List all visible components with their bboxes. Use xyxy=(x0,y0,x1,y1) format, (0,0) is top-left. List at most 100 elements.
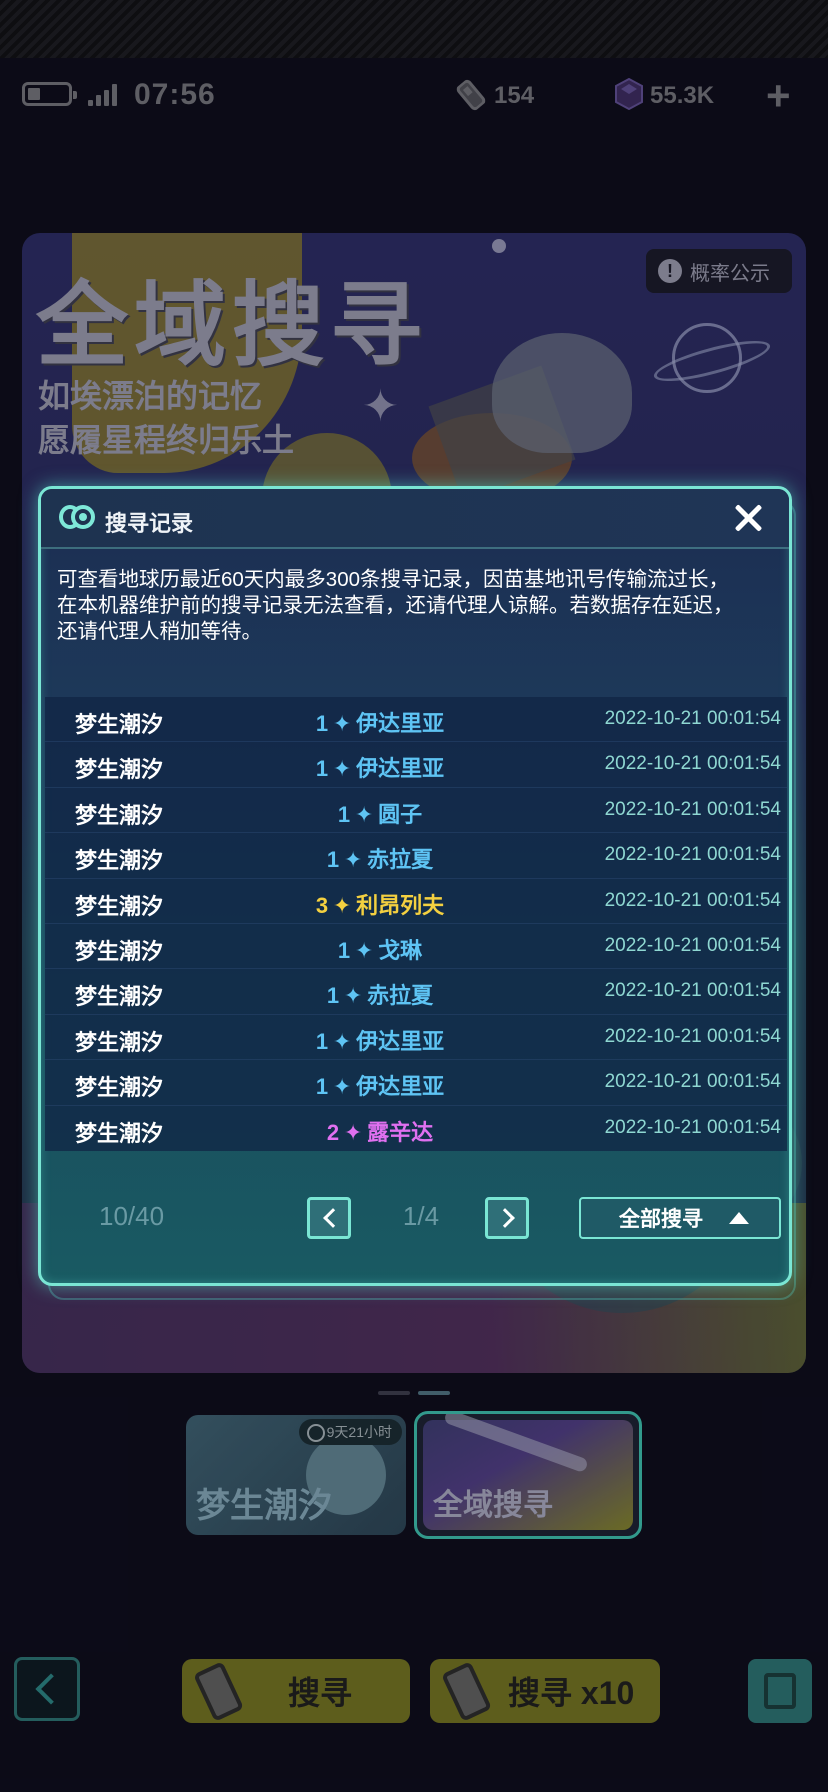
record-item: 1 ✦ 伊达里亚 xyxy=(245,751,515,783)
record-rarity: 1 xyxy=(315,711,329,736)
record-rarity: 3 xyxy=(315,892,329,918)
pool-timer: 9天21小时 xyxy=(298,1419,402,1445)
modal-title: 搜寻记录 xyxy=(105,511,194,536)
record-rarity: 1 xyxy=(337,937,351,963)
signal-icon xyxy=(88,84,117,106)
record-time: 2022-10-21 00:01:54 xyxy=(604,798,781,820)
status-bar: 07:56 154 55.3K + xyxy=(0,72,828,119)
prev-page-button[interactable] xyxy=(307,1197,351,1239)
record-pool: 梦生潮汐 xyxy=(75,1029,164,1055)
add-currency-button[interactable]: + xyxy=(766,72,791,120)
search-once-button[interactable]: 搜寻 xyxy=(182,1659,410,1723)
table-row: 梦生潮汐 3 ✦ 利昂列夫 2022-10-21 00:01:54 xyxy=(45,879,787,924)
record-name: 伊达里亚 xyxy=(356,1074,445,1100)
probability-button[interactable]: ! 概率公示 xyxy=(646,249,792,293)
caret-up-icon xyxy=(729,1212,749,1224)
record-rarity: 1 xyxy=(326,983,340,1009)
record-item: 1 ✦ 伊达里亚 xyxy=(245,1069,515,1101)
record-pool: 梦生潮汐 xyxy=(75,802,164,828)
table-row: 梦生潮汐 2 ✦ 露辛达 2022-10-21 00:01:54 xyxy=(45,1106,787,1151)
star-icon: ✦ xyxy=(343,1119,363,1145)
record-logo-icon xyxy=(59,505,95,531)
record-item: 3 ✦ 利昂列夫 xyxy=(245,888,515,920)
star-icon: ✦ xyxy=(332,1074,352,1100)
record-time: 2022-10-21 00:01:54 xyxy=(604,753,781,775)
table-row: 梦生潮汐 1 ✦ 伊达里亚 2022-10-21 00:01:54 xyxy=(45,1060,787,1106)
table-row: 梦生潮汐 1 ✦ 赤拉夏 2022-10-21 00:01:54 xyxy=(45,833,787,879)
star-icon: ✦ xyxy=(332,1028,352,1054)
crystal-count: 55.3K xyxy=(650,82,715,109)
record-item: 1 ✦ 赤拉夏 xyxy=(245,978,515,1010)
pool-card-global[interactable]: 全域搜寻 xyxy=(414,1411,642,1539)
table-row: 梦生潮汐 1 ✦ 伊达里亚 2022-10-21 00:01:54 xyxy=(45,1015,787,1061)
record-rarity: 1 xyxy=(315,756,329,782)
star-icon: ✦ xyxy=(332,892,352,918)
ticket-icon xyxy=(189,1660,242,1721)
next-page-button[interactable] xyxy=(485,1197,529,1239)
record-time: 2022-10-21 00:01:54 xyxy=(604,844,781,866)
close-icon[interactable] xyxy=(733,503,763,533)
banner-title: 全域搜寻 xyxy=(36,275,429,377)
modal-header: 搜寻记录 xyxy=(41,489,789,549)
record-name: 圆子 xyxy=(378,801,423,827)
search-ten-button[interactable]: 搜寻 x10 xyxy=(430,1659,660,1723)
top-hatch-strip xyxy=(0,0,828,58)
record-name: 戈琳 xyxy=(378,937,423,963)
banner-subtitle-1: 如埃漂泊的记忆 xyxy=(38,378,263,414)
star-icon: ✦ xyxy=(354,801,374,827)
table-row: 梦生潮汐 1 ✦ 戈琳 2022-10-21 00:01:54 xyxy=(45,924,787,970)
record-pool: 梦生潮汐 xyxy=(75,893,164,919)
modal-description: 可查看地球历最近60天内最多300条搜寻记录，因苗基地讯号传输流过长， 在本机器… xyxy=(57,568,734,643)
battery-icon xyxy=(22,82,77,106)
record-name: 利昂列夫 xyxy=(356,892,445,918)
record-count: 10/40 xyxy=(99,1201,165,1231)
record-item: 1 ✦ 戈琳 xyxy=(245,933,515,965)
chevron-left-icon xyxy=(35,1673,67,1705)
pool-card-title: 全域搜寻 xyxy=(433,1489,553,1522)
record-name: 赤拉夏 xyxy=(367,983,434,1009)
record-pool: 梦生潮汐 xyxy=(75,938,164,964)
star-icon: ✦ xyxy=(354,937,374,963)
table-row: 梦生潮汐 1 ✦ 赤拉夏 2022-10-21 00:01:54 xyxy=(45,969,787,1015)
modal-footer: 10/40 1/4 全部搜寻 xyxy=(41,1177,789,1247)
filter-dropdown[interactable]: 全部搜寻 xyxy=(579,1197,781,1239)
record-item: 1 ✦ 圆子 xyxy=(245,797,515,829)
ticket-resource-icon xyxy=(456,79,486,111)
sparkle-icon: ✦ xyxy=(362,382,399,431)
star-icon: ✦ xyxy=(343,847,363,873)
record-rarity: 2 xyxy=(326,1119,340,1145)
record-rarity: 1 xyxy=(315,1074,329,1100)
record-pool: 梦生潮汐 xyxy=(75,712,164,737)
record-name: 伊达里亚 xyxy=(356,756,445,782)
table-row: 梦生潮汐 1 ✦ 圆子 2022-10-21 00:01:54 xyxy=(45,788,787,834)
record-rarity: 1 xyxy=(315,1028,329,1054)
record-time: 2022-10-21 00:01:54 xyxy=(604,934,781,956)
clock: 07:56 xyxy=(134,78,216,111)
record-time: 2022-10-21 00:01:54 xyxy=(604,1025,781,1047)
back-button[interactable] xyxy=(14,1657,80,1721)
record-time: 2022-10-21 00:01:54 xyxy=(604,980,781,1002)
record-time: 2022-10-21 00:01:54 xyxy=(604,1116,781,1138)
pool-card-title: 梦生潮汐 xyxy=(196,1487,332,1525)
banner-pager xyxy=(378,1391,450,1395)
search-record-modal: 搜寻记录 可查看地球历最近60天内最多300条搜寻记录，因苗基地讯号传输流过长，… xyxy=(38,486,792,1286)
record-time: 2022-10-21 00:01:54 xyxy=(604,889,781,911)
star-icon: ✦ xyxy=(343,983,363,1009)
banner-subtitle-2: 愿履星程终归乐土 xyxy=(38,422,295,458)
star-icon: ✦ xyxy=(332,711,352,736)
record-pool: 梦生潮汐 xyxy=(75,757,164,783)
record-name: 赤拉夏 xyxy=(367,847,434,873)
record-name: 伊达里亚 xyxy=(356,711,445,736)
clipboard-icon xyxy=(764,1673,796,1709)
record-button[interactable] xyxy=(748,1659,812,1723)
pool-card-tide[interactable]: 9天21小时 梦生潮汐 xyxy=(186,1415,406,1535)
crystal-resource-icon xyxy=(615,78,643,110)
record-item: 1 ✦ 伊达里亚 xyxy=(245,1024,515,1056)
record-name: 伊达里亚 xyxy=(356,1028,445,1054)
record-time: 2022-10-21 00:01:54 xyxy=(604,708,781,729)
record-table: 梦生潮汐 1 ✦ 伊达里亚 2022-10-21 00:01:54 梦生潮汐 1 ✦ 伊达里亚 2… xyxy=(45,697,787,1151)
record-pool: 梦生潮汐 xyxy=(75,1075,164,1101)
record-rarity: 1 xyxy=(326,847,340,873)
record-item: 2 ✦ 露辛达 xyxy=(245,1115,515,1147)
record-rarity: 1 xyxy=(337,801,351,827)
